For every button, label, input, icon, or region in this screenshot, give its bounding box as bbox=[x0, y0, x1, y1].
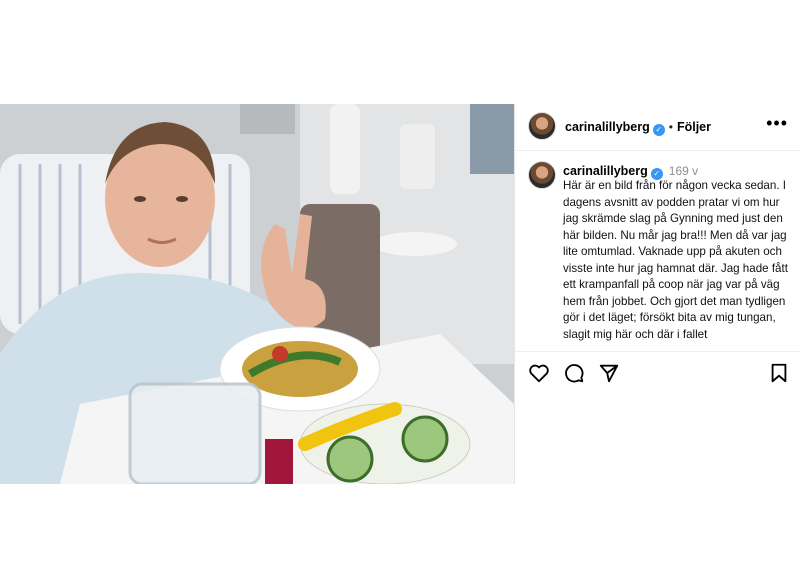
more-options-icon[interactable]: ••• bbox=[766, 114, 788, 132]
post-time[interactable]: 169 v bbox=[669, 164, 698, 178]
caption-area: carinalillyberg ✓ 169 v Här är en bild frå… bbox=[515, 151, 800, 351]
share-icon[interactable] bbox=[598, 362, 620, 384]
follow-button[interactable]: Följer bbox=[677, 120, 711, 134]
verified-badge-icon: ✓ bbox=[652, 124, 665, 136]
comment-icon[interactable] bbox=[563, 362, 585, 384]
bookmark-icon[interactable] bbox=[768, 362, 790, 384]
caption-username[interactable]: carinalillyberg bbox=[563, 164, 648, 178]
action-bar bbox=[515, 351, 800, 392]
hospital-selfie-image bbox=[0, 104, 514, 484]
avatar[interactable] bbox=[528, 112, 556, 140]
heart-icon[interactable] bbox=[528, 362, 550, 384]
post-sidebar: carinalillyberg ✓ • Följer ••• carinalillyb… bbox=[515, 104, 800, 484]
post-header: carinalillyberg ✓ • Följer ••• bbox=[515, 104, 800, 151]
post-photo[interactable] bbox=[0, 104, 514, 484]
header-username[interactable]: carinalillyberg bbox=[565, 120, 650, 134]
separator-dot: • bbox=[668, 120, 673, 134]
caption-text: Här är en bild från för någon vecka seda… bbox=[563, 179, 788, 341]
header-user-line: carinalillyberg ✓ • Följer bbox=[565, 118, 711, 136]
caption-avatar[interactable] bbox=[528, 161, 556, 189]
instagram-post: carinalillyberg ✓ • Följer ••• carinalillyb… bbox=[0, 104, 800, 484]
